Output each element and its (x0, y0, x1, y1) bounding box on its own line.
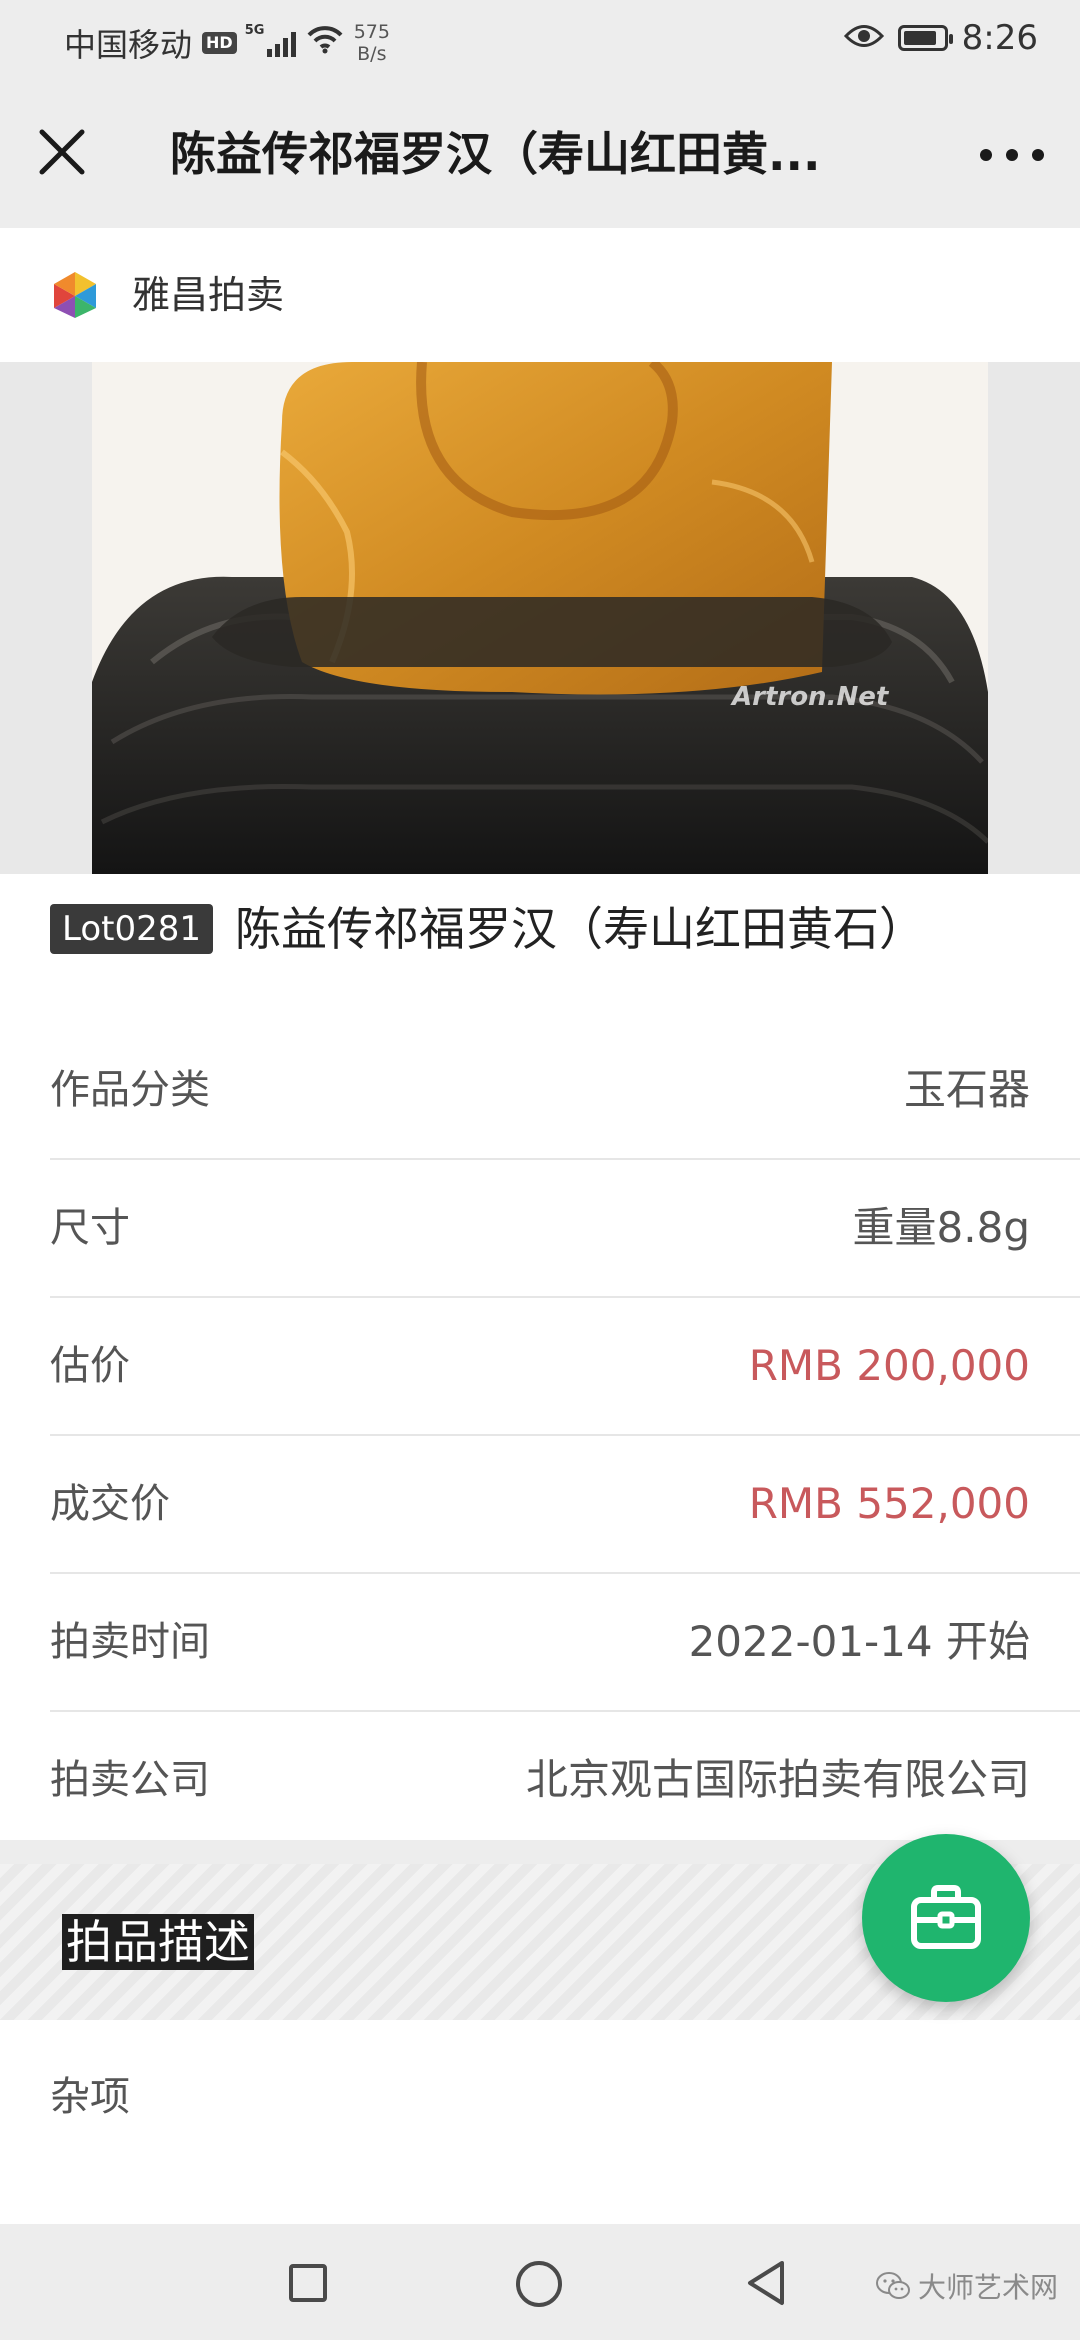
description-title: 拍品描述 (62, 1914, 254, 1970)
recents-button[interactable] (289, 2264, 327, 2302)
title-bar: 陈益传祁福罗汉（寿山红田黄... (0, 80, 1080, 228)
carrier-name: 中国移动 (64, 26, 193, 64)
carved-stone-illustration (92, 362, 988, 874)
close-icon (39, 129, 85, 175)
network-type: 5G (244, 23, 265, 38)
back-button[interactable] (744, 2258, 788, 2312)
system-nav-bar: 大师艺术网 (0, 2224, 1080, 2340)
eye-icon (843, 19, 884, 57)
hd-badge: HD (202, 32, 237, 54)
footer-brand: 大师艺术网 (875, 2266, 1058, 2306)
brand-header[interactable]: 雅昌拍卖 (0, 228, 1080, 362)
clock: 8:26 (961, 18, 1038, 58)
brand-name: 雅昌拍卖 (132, 273, 285, 317)
close-button[interactable] (36, 126, 88, 178)
lot-name: 陈益传祁福罗汉（寿山红田黄石） (235, 902, 926, 956)
wechat-icon (875, 2272, 910, 2299)
wifi-icon (306, 24, 344, 62)
detail-value: 2022-01-14 开始 (688, 1617, 1030, 1666)
artron-logo-icon (54, 272, 96, 318)
detail-label: 作品分类 (50, 1067, 210, 1113)
briefcase-icon (911, 1885, 981, 1949)
more-dot-icon (1006, 149, 1018, 161)
detail-row-estimate: 估价 RMB 200,000 (50, 1298, 1080, 1436)
watermark-text: Artron.Net (732, 682, 889, 712)
detail-label: 拍卖公司 (50, 1757, 210, 1803)
detail-row-category: 作品分类 玉石器 (50, 1022, 1080, 1160)
back-triangle-icon (748, 2261, 784, 2305)
more-dot-icon (1032, 149, 1044, 161)
detail-value: 玉石器 (903, 1065, 1030, 1114)
lot-photo[interactable]: Artron.Net (92, 362, 988, 874)
detail-label: 拍卖时间 (50, 1619, 210, 1665)
detail-label: 估价 (50, 1343, 130, 1389)
page-title: 陈益传祁福罗汉（寿山红田黄... (170, 127, 821, 181)
detail-value: 北京观古国际拍卖有限公司 (525, 1755, 1030, 1804)
hammer-price: RMB 552,000 (748, 1479, 1030, 1528)
status-left: 中国移动 HD 5G 575 B/s (64, 20, 390, 66)
hero-image-area: Artron.Net (0, 362, 1080, 874)
detail-label: 成交价 (50, 1481, 170, 1527)
detail-row-hammer-price: 成交价 RMB 552,000 (50, 1436, 1080, 1574)
detail-row-auction-time: 拍卖时间 2022-01-14 开始 (50, 1574, 1080, 1712)
signal-icon: 5G (245, 23, 296, 57)
lot-number-badge: Lot0281 (50, 904, 214, 954)
detail-label: 尺寸 (50, 1205, 130, 1251)
lot-details-table: 作品分类 玉石器 尺寸 重量8.8g 估价 RMB 200,000 成交价 RM… (50, 1022, 1080, 1848)
network-speed: 575 B/s (354, 21, 390, 65)
detail-value: 重量8.8g (852, 1203, 1030, 1252)
detail-row-size: 尺寸 重量8.8g (50, 1160, 1080, 1298)
battery-icon (897, 25, 953, 51)
lot-title: Lot0281 陈益传祁福罗汉（寿山红田黄石） (50, 896, 1050, 962)
briefcase-fab-button[interactable] (862, 1834, 1030, 2002)
status-bar: 中国移动 HD 5G 575 B/s 8:26 (0, 0, 1080, 80)
speed-value: 575 (353, 21, 390, 43)
description-category: 杂项 (50, 2074, 130, 2120)
more-options-button[interactable] (980, 140, 1044, 170)
home-button[interactable] (516, 2261, 562, 2307)
status-right: 8:26 (843, 18, 1038, 58)
estimate-price: RMB 200,000 (748, 1341, 1030, 1390)
detail-row-auction-house: 拍卖公司 北京观古国际拍卖有限公司 (50, 1712, 1080, 1848)
footer-brand-name: 大师艺术网 (917, 2271, 1058, 2304)
more-dot-icon (980, 149, 992, 161)
speed-unit: B/s (357, 43, 387, 65)
